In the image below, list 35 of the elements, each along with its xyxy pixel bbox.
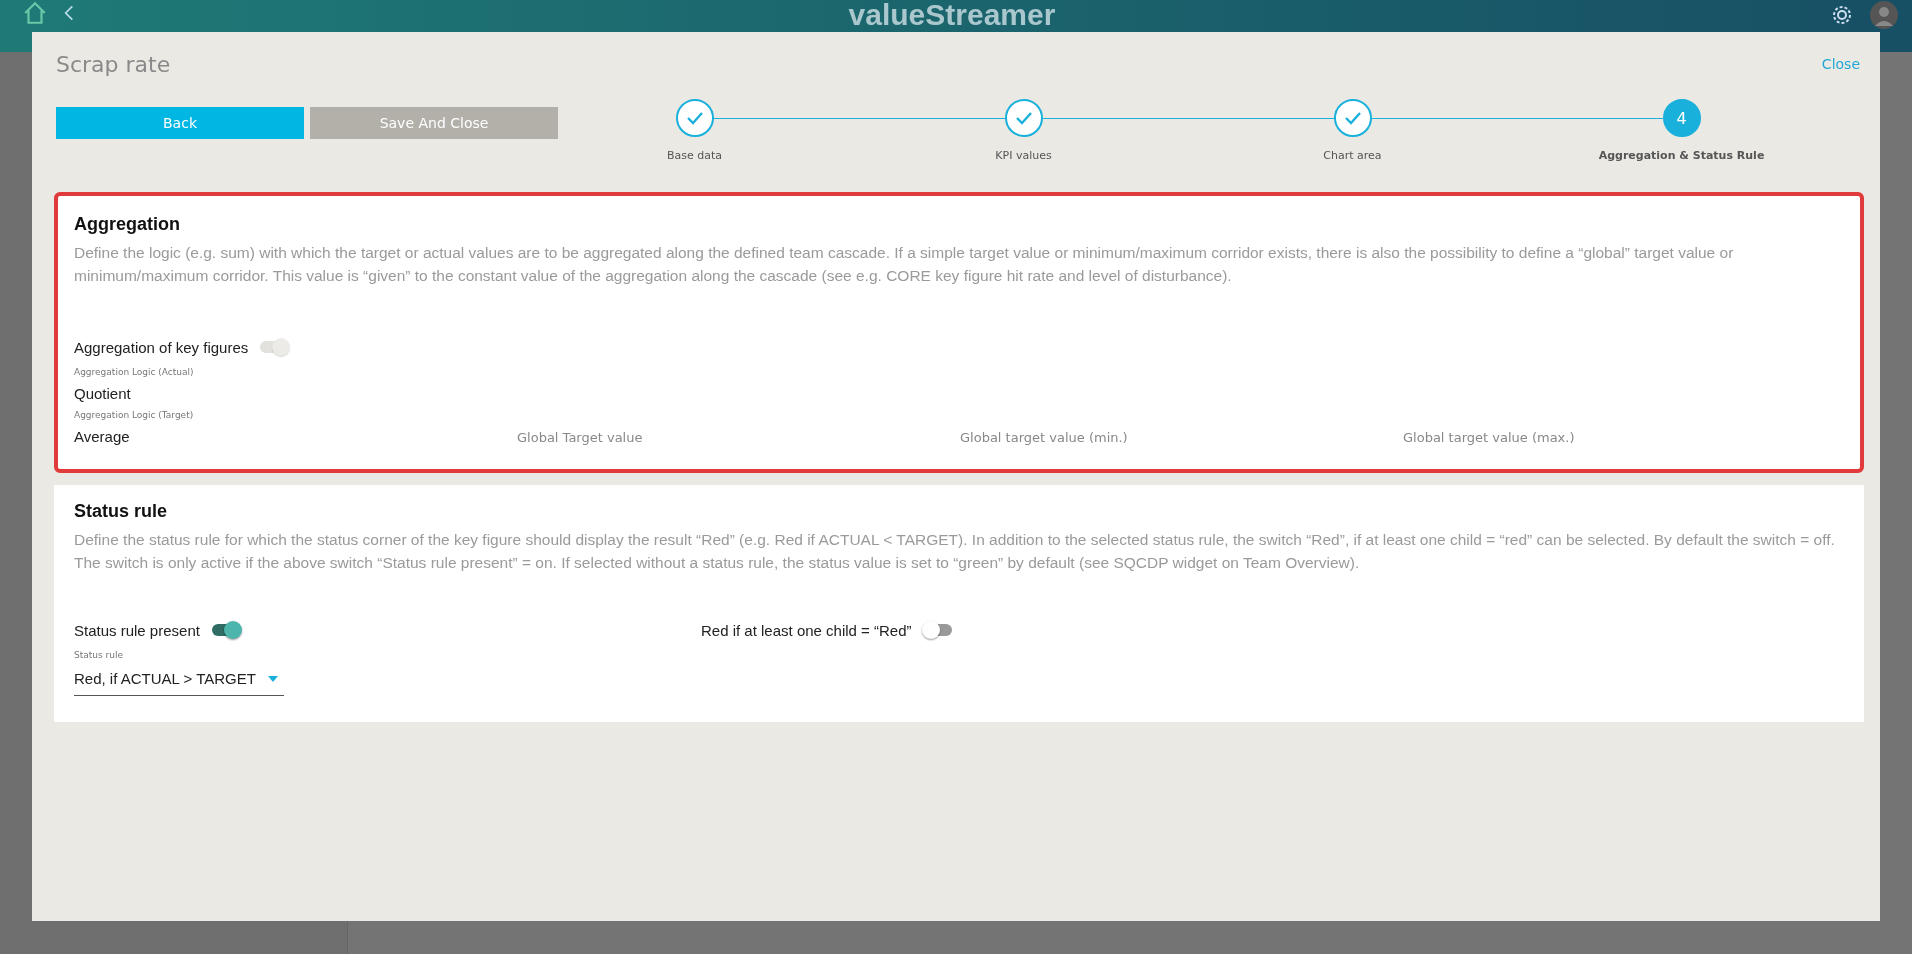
field-label: Aggregation Logic (Target) [74, 410, 195, 420]
step-label: Aggregation & Status Rule [1598, 149, 1765, 162]
step-label: Chart area [1323, 149, 1382, 162]
step-label: KPI values [995, 149, 1052, 162]
back-button[interactable]: Back [56, 107, 304, 139]
input-field[interactable]: Global target value (min.) [960, 430, 1260, 445]
step-circle[interactable] [1333, 99, 1372, 137]
section-description: Define the logic (e.g. sum) with which the target or actual values are to be aggregated along the defined team cascade. If a simple target value or minimum/maximum corridor exists, there is also the possibility to define a “global” target value or minimum/maximum corridor. This value is “given” to the constant value of the aggregation along the cascade (see e.g. CORE key figure hit rate and level of disturbance). [74, 243, 1735, 286]
field-value: Average [74, 428, 131, 445]
switch-label: Red if at least one child = “Red” [701, 621, 912, 639]
input-field[interactable]: Global target value (max.) [1403, 430, 1703, 445]
close-link[interactable]: Close [1821, 56, 1860, 72]
back-chevron-icon[interactable] [64, 4, 74, 22]
step-circle[interactable]: 4 [1662, 99, 1701, 137]
section-title: Aggregation [74, 214, 181, 235]
logo: valueStreamer [847, 0, 1057, 32]
caret-icon [268, 675, 278, 682]
dialog-title: Scrap rate [56, 52, 171, 77]
home-icon[interactable] [22, 0, 48, 26]
toggle-switch[interactable] [211, 624, 240, 636]
section-description: Define the status rule for which the status corner of the key figure should display the result “Red” (e.g. Red if ACTUAL < TARGET). In addition to the selected status rule, the switch “Red”, if at least one child = “red” can be selected. By default the switch = off. The switch is only active if the above switch “Status rule present” = on. If selected without a status rule, the status value is set to “green” by default (see SQCDP widget on Team Overview). [74, 530, 1836, 573]
step-label: Base data [666, 149, 723, 162]
step-circle[interactable] [675, 99, 714, 137]
input-field[interactable]: Global Target value [517, 430, 817, 445]
field-value: Quotient [74, 385, 132, 402]
switch-label: Status rule present [74, 621, 200, 639]
switch-label: Aggregation of key figures [74, 338, 249, 356]
status-rule-dropdown[interactable]: Red, if ACTUAL > TARGET [74, 664, 284, 696]
settings-icon[interactable] [1830, 3, 1854, 27]
section-title: Status rule [74, 501, 169, 522]
step-circle[interactable] [1004, 99, 1043, 137]
field-label: Aggregation Logic (Actual) [74, 367, 195, 377]
field-label: Status rule [74, 650, 124, 660]
avatar-icon[interactable] [1870, 1, 1898, 29]
toggle-switch[interactable] [923, 624, 952, 636]
